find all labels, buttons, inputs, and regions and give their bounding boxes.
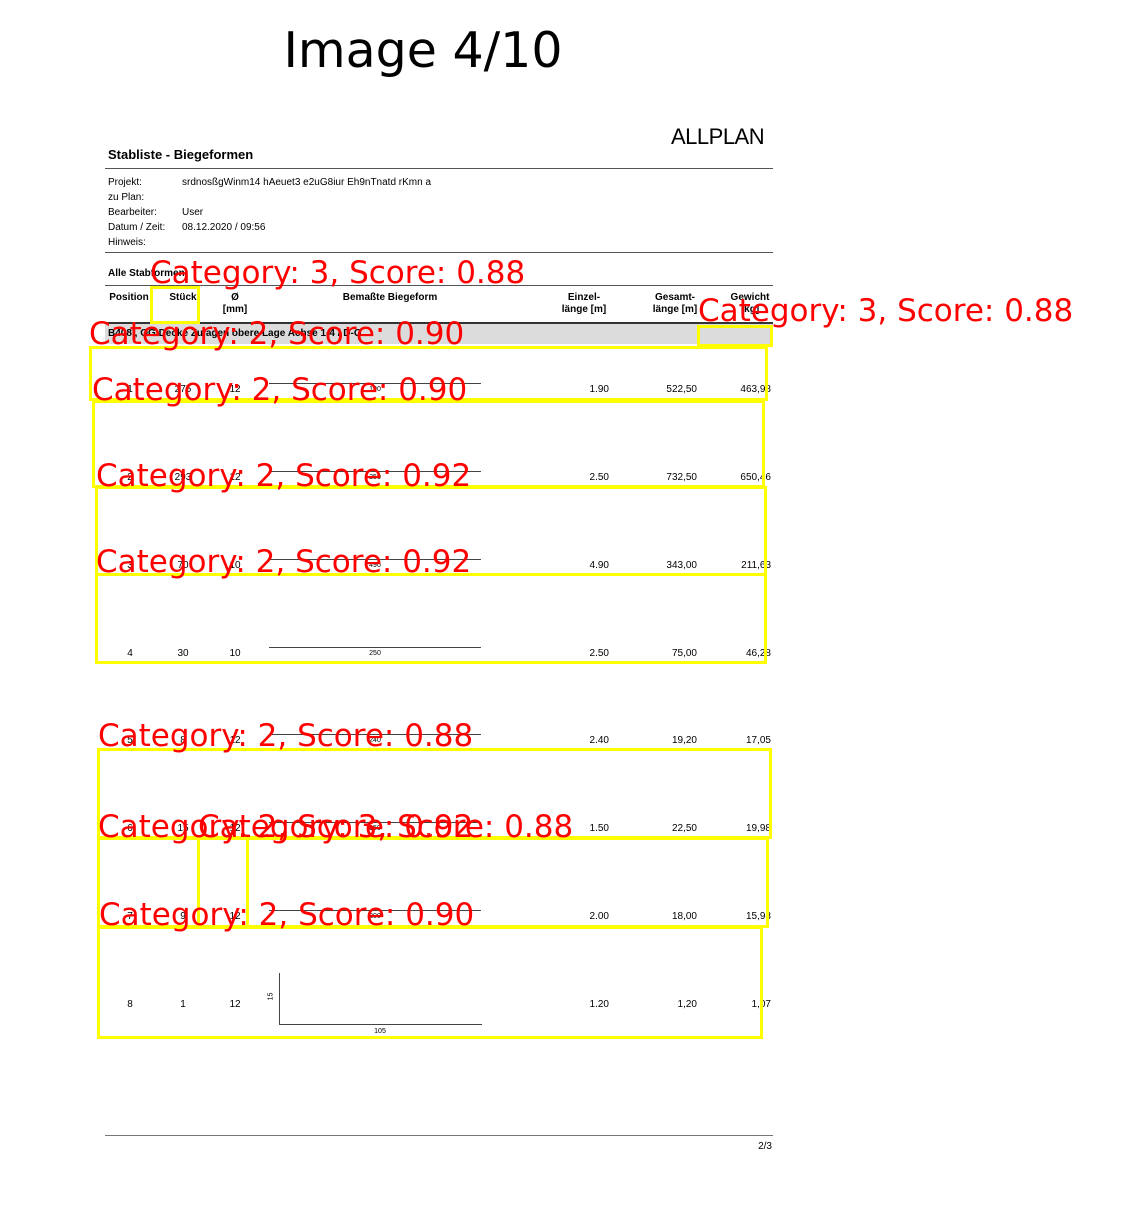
col-einzellaenge-line2: länge [m] [561, 304, 607, 315]
page-number: 2/3 [758, 1141, 772, 1152]
meta-label-bearbeiter: Bearbeiter: [108, 207, 157, 218]
detection-label-10: Category: 2, Score: 0.90 [99, 897, 475, 933]
meta-divider [105, 252, 773, 253]
col-durchmesser: Ø [mm] [213, 292, 257, 316]
meta-label-zu-plan: zu Plan: [108, 192, 145, 203]
col-einzellaenge-line1: Einzel- [567, 292, 601, 303]
detection-label-5: Category: 2, Score: 0.92 [96, 458, 472, 494]
detection-box-6 [95, 573, 767, 664]
document-title: Stabliste - Biegeformen [108, 147, 254, 162]
row-5-gesamtlaenge: 19,20 [671, 735, 697, 746]
col-durchmesser-unit: [mm] [222, 304, 248, 315]
detection-label-4: Category: 2, Score: 0.90 [92, 372, 468, 408]
meta-label-projekt: Projekt: [108, 177, 142, 188]
detection-label-2: Category: 3, Score: 0.88 [698, 293, 1074, 329]
col-durchmesser-symbol: Ø [231, 292, 239, 303]
col-gesamtlaenge: Gesamt- länge [m] [644, 292, 706, 316]
detection-label-3: Category: 2, Score: 0.90 [89, 316, 465, 352]
meta-value-projekt: srdnosßgWinm14 hAeuet3 e2uG8iur Eh9nTnat… [182, 177, 432, 188]
detection-label-6: Category: 2, Score: 0.92 [96, 544, 472, 580]
col-einzellaenge: Einzel- länge [m] [553, 292, 615, 316]
detection-box-10 [97, 926, 763, 1039]
footer-divider [105, 1135, 773, 1136]
detection-label-1: Category: 3, Score: 0.88 [150, 255, 526, 291]
col-gesamtlaenge-line2: länge [m] [652, 304, 698, 315]
detection-label-7: Category: 2, Score: 0.88 [98, 718, 474, 754]
row-5-einzellaenge: 2.40 [589, 735, 609, 746]
col-gesamtlaenge-line1: Gesamt- [654, 292, 695, 303]
meta-label-hinweis: Hinweis: [108, 237, 146, 248]
col-biegeform: Bemaßte Biegeform [342, 292, 438, 303]
meta-value-bearbeiter: User [182, 207, 204, 218]
col-position: Position [109, 292, 149, 303]
figure-title: Image 4/10 [283, 22, 563, 79]
meta-value-datum: 08.12.2020 / 09:56 [182, 222, 266, 233]
allplan-logo: ALLPLAN [671, 124, 765, 149]
header-divider [105, 168, 773, 169]
meta-label-datum: Datum / Zeit: [108, 222, 166, 233]
detection-label-9: Category: 3, Score: 0.88 [198, 809, 574, 845]
row-5-gewicht: 17,05 [745, 735, 771, 746]
